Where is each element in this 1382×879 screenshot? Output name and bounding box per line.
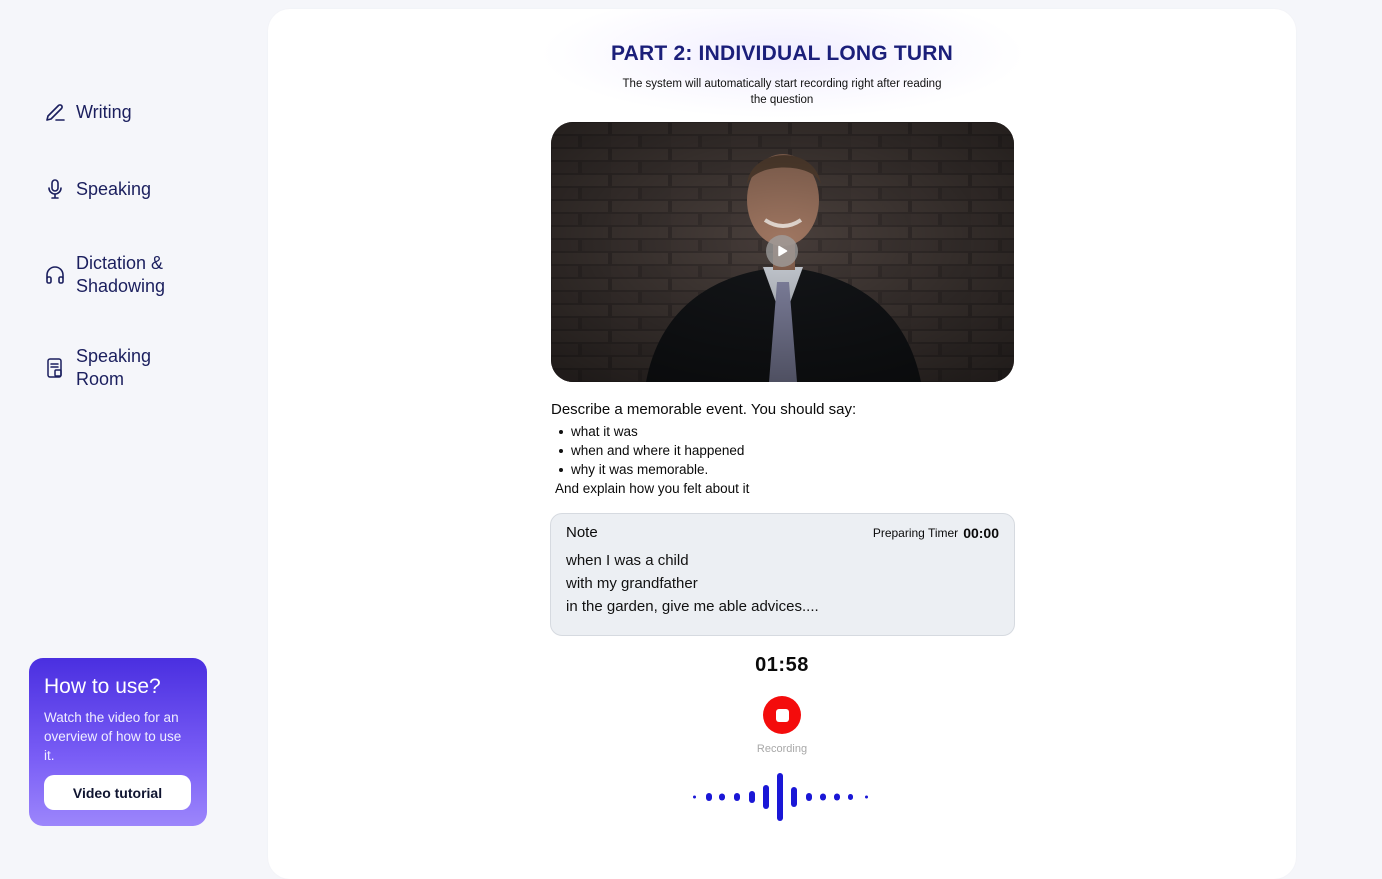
question-bullet: when and where it happened [551, 441, 1021, 460]
preparing-timer: Preparing Timer 00:00 [873, 525, 999, 541]
video-tutorial-button[interactable]: Video tutorial [44, 775, 191, 810]
play-icon [778, 245, 788, 257]
recording-countdown: 01:58 [755, 654, 809, 676]
sidebar-item-speaking[interactable]: Speaking [44, 178, 151, 201]
question-block: Describe a memorable event. You should s… [551, 401, 1021, 498]
how-to-use-card: How to use? Watch the video for an overv… [29, 658, 207, 826]
question-video[interactable] [551, 122, 1014, 382]
audio-waveform-icon [693, 773, 868, 821]
microphone-icon [44, 178, 66, 200]
sidebar-item-label: Writing [76, 102, 132, 122]
document-room-icon [44, 357, 66, 379]
preparing-timer-label: Preparing Timer [872, 525, 959, 540]
stop-recording-button[interactable] [763, 696, 801, 734]
sidebar-item-writing[interactable]: Writing [44, 101, 132, 124]
sidebar: Writing Speaking Dictation & Shadowing S… [0, 0, 250, 862]
page-title: PART 2: INDIVIDUAL LONG TURN [611, 42, 953, 65]
sidebar-item-label: Speaking Room [76, 346, 152, 389]
recording-label: Recording [756, 743, 808, 755]
sidebar-item-label: Speaking [76, 179, 152, 199]
headphones-icon [44, 264, 66, 286]
page-subtitle: The system will automatically start reco… [622, 78, 942, 106]
note-label: Note [566, 524, 598, 541]
question-closing: And explain how you felt about it [555, 481, 750, 496]
sidebar-item-speaking-room[interactable]: Speaking Room [44, 345, 196, 391]
sidebar-item-label: Dictation & Shadowing [76, 253, 166, 296]
question-bullet: why it was memorable. [551, 460, 1021, 479]
how-to-use-title: How to use? [44, 675, 161, 698]
question-bullet: what it was [551, 422, 1021, 441]
main-panel: PART 2: INDIVIDUAL LONG TURN The system … [268, 9, 1296, 879]
pencil-icon [44, 101, 66, 123]
note-panel: Note Preparing Timer 00:00 when I was a … [550, 513, 1015, 636]
note-textarea[interactable]: when I was a child with my grandfather i… [566, 549, 999, 621]
sidebar-item-dictation[interactable]: Dictation & Shadowing [44, 252, 196, 298]
question-lead: Describe a memorable event. You should s… [551, 401, 857, 418]
stop-icon [775, 708, 789, 722]
how-to-use-description: Watch the video for an overview of how t… [44, 710, 182, 763]
play-button[interactable] [766, 235, 798, 267]
preparing-timer-value: 00:00 [963, 524, 999, 541]
question-bullets: what it was when and where it happened w… [551, 422, 1021, 479]
